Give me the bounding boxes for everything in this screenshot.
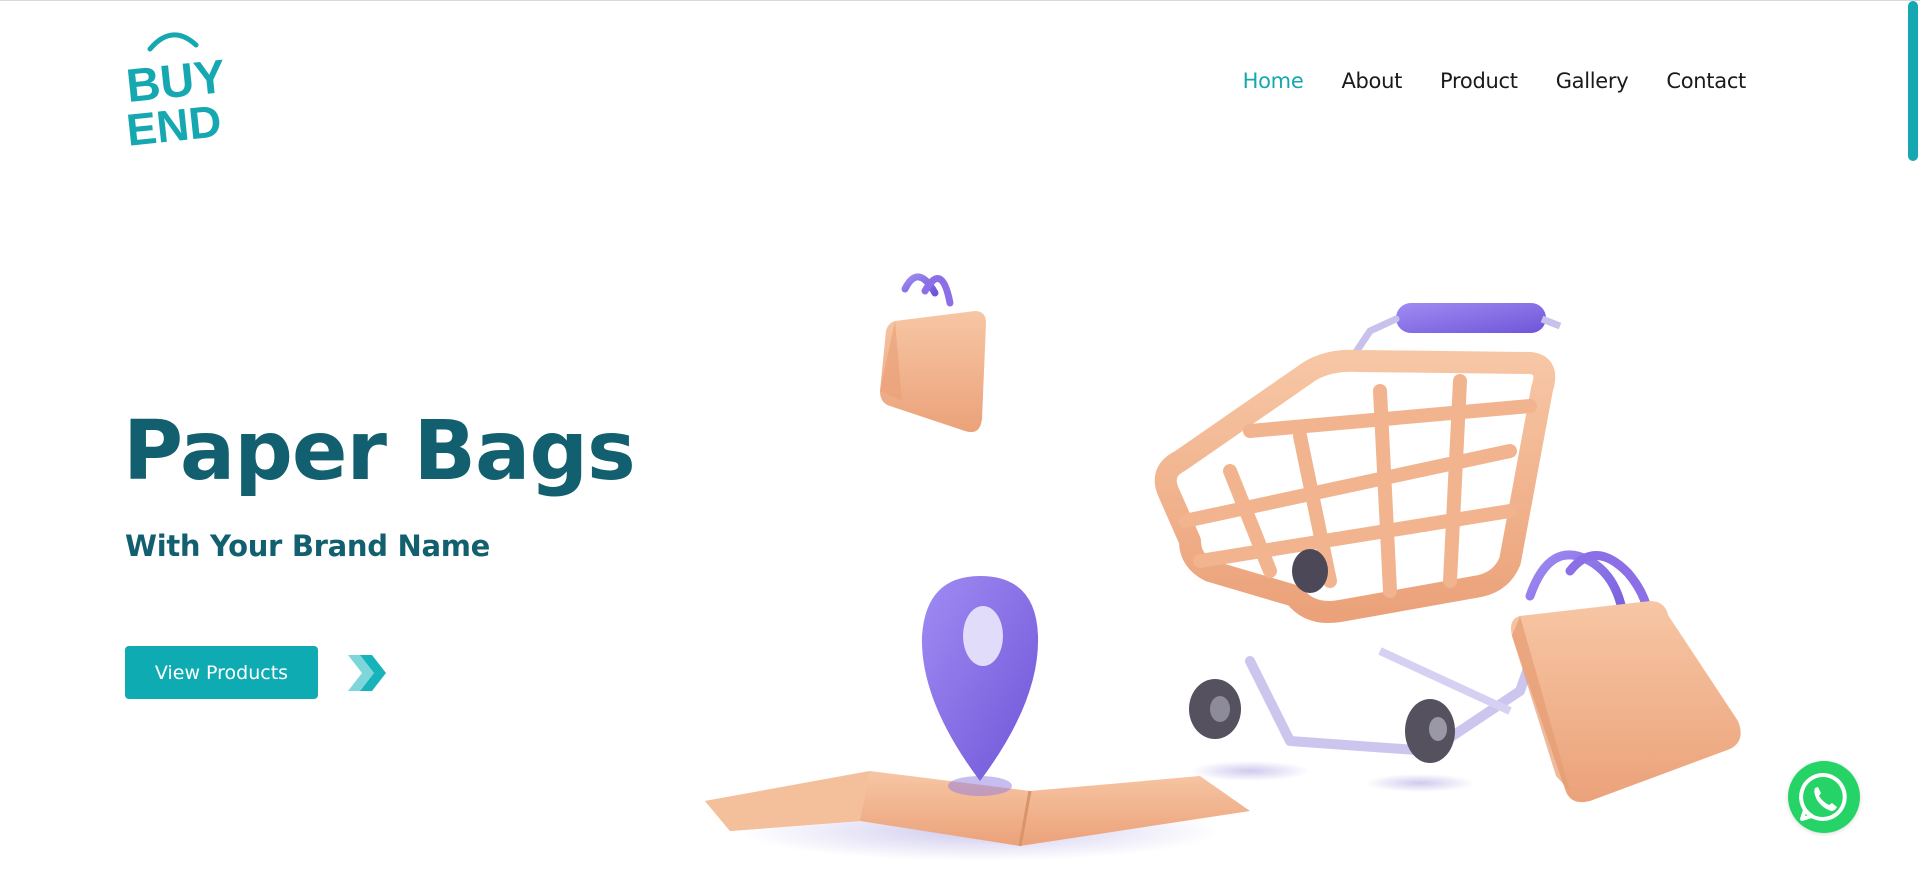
nav-gallery[interactable]: Gallery	[1556, 69, 1629, 93]
map-location-pin	[705, 576, 1250, 861]
logo-text-end: END	[128, 95, 224, 147]
brand-logo[interactable]: BUY END	[128, 23, 224, 147]
whatsapp-icon[interactable]	[1788, 761, 1860, 833]
view-products-button[interactable]: View Products	[125, 646, 318, 699]
scrollbar-thumb[interactable]	[1908, 1, 1918, 161]
page-scrollbar[interactable]	[1906, 1, 1920, 891]
shopping-illustration	[690, 271, 1780, 881]
nav-home[interactable]: Home	[1243, 69, 1304, 93]
nav-contact[interactable]: Contact	[1666, 69, 1746, 93]
shopping-cart	[1154, 303, 1562, 792]
hero-title: Paper Bags	[123, 404, 636, 499]
main-navigation: Home About Product Gallery Contact	[1243, 69, 1747, 93]
nav-product[interactable]: Product	[1440, 69, 1518, 93]
nav-about[interactable]: About	[1341, 69, 1402, 93]
hero-subtitle: With Your Brand Name	[125, 529, 491, 563]
shopping-bag-large	[1511, 550, 1741, 803]
shopping-bag-small	[880, 273, 986, 433]
double-chevron-right-icon[interactable]	[346, 653, 388, 693]
